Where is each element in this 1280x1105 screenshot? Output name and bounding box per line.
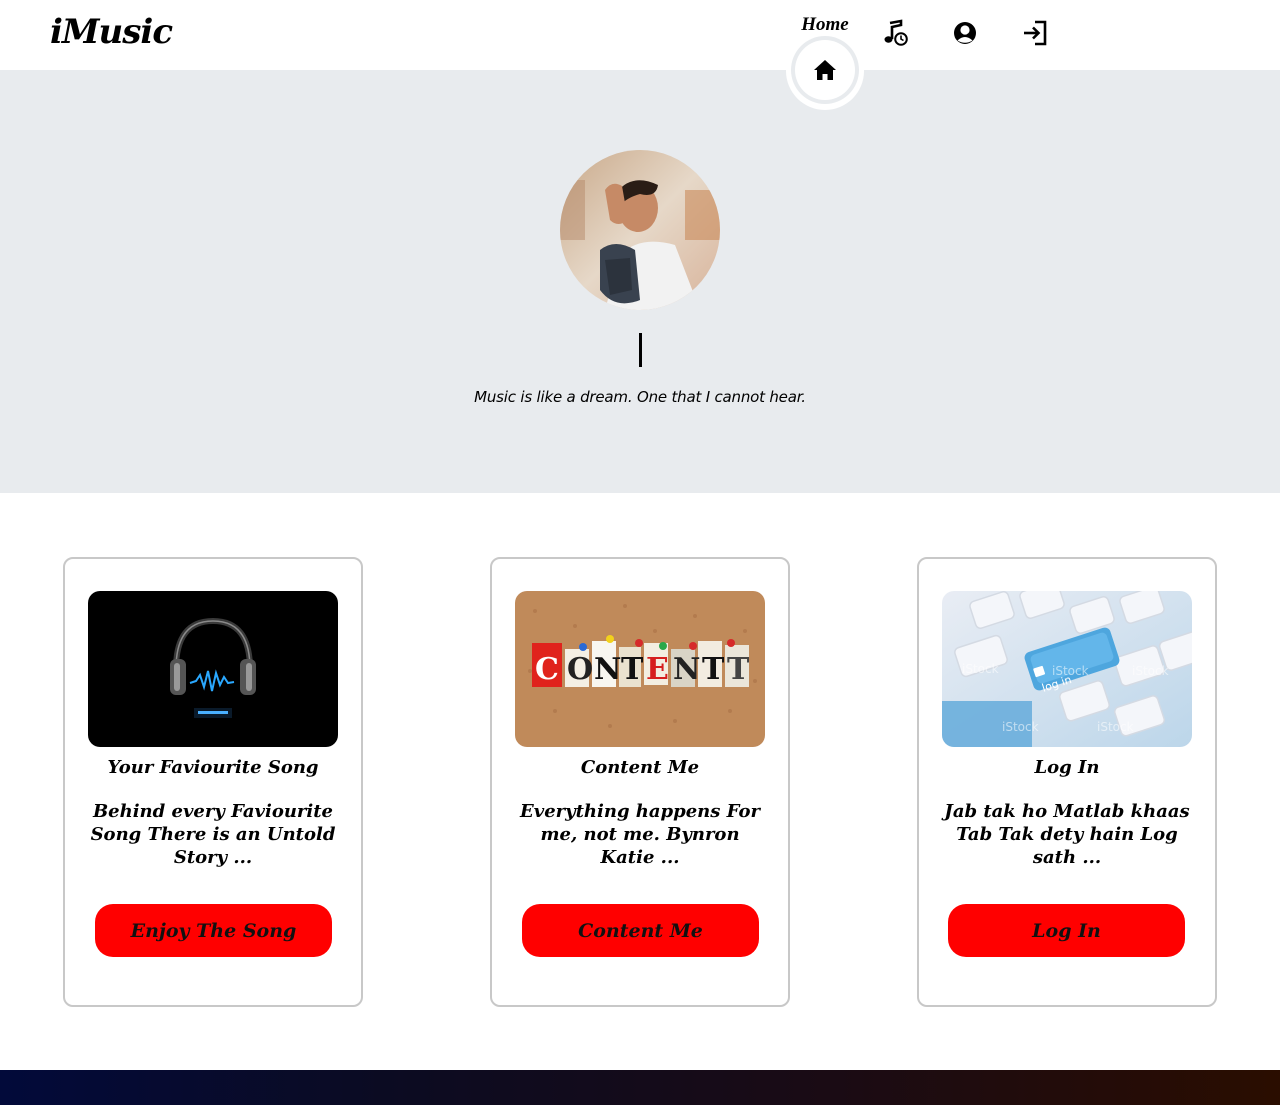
svg-text:T: T [702,652,725,687]
headphones-image [88,591,338,747]
svg-text:iStock: iStock [1052,664,1089,678]
svg-text:iStock: iStock [1002,720,1039,734]
svg-text:N: N [673,652,700,687]
typing-cursor [639,333,642,367]
card-title: Content Me [580,757,700,778]
nav-profile-button[interactable] [950,18,980,48]
svg-text:C: C [535,652,559,687]
card-title: Log In [1034,757,1100,778]
card-image-headphones [88,591,338,747]
content-me-button[interactable]: Content Me [522,904,759,957]
card-log-in: log in iStock iStock iStock iStock iStoc… [917,557,1217,1007]
nav-music-button[interactable] [880,18,910,48]
card-favourite-song: Your Faviourite Song Behind every Faviou… [63,557,363,1007]
site-logo[interactable]: iMusic [50,12,173,52]
log-in-button[interactable]: Log In [948,904,1185,957]
hero-tagline: Music is like a dream. One that I cannot… [474,388,806,406]
home-icon [814,60,836,80]
avatar-photo [560,150,720,310]
sign-in-icon [1024,20,1047,46]
svg-text:iStock: iStock [1097,720,1134,734]
svg-text:E: E [646,652,669,687]
top-navbar: iMusic Home [0,0,1280,70]
card-content-me: C O N T E N T T Content Me Everything ha… [490,557,790,1007]
svg-text:iStock: iStock [962,662,999,676]
profile-avatar [560,150,720,310]
svg-text:O: O [567,652,593,687]
page-footer [0,1070,1280,1105]
card-text: Jab tak ho Matlab khaas Tab Tak dety hai… [944,801,1190,868]
nav-login-button[interactable] [1020,18,1050,48]
svg-text:N: N [594,652,621,687]
svg-text:T: T [621,652,644,687]
user-circle-icon [954,22,976,44]
svg-text:iStock: iStock [1132,664,1169,678]
nav-home-button[interactable] [795,40,855,100]
enjoy-the-song-button[interactable]: Enjoy The Song [95,904,332,957]
card-image-content: C O N T E N T T [515,591,765,747]
svg-text:T: T [727,652,750,687]
keyboard-login-image: log in iStock iStock iStock iStock iStoc… [942,591,1192,747]
nav-active-label: Home [801,14,849,35]
card-image-keyboard: log in iStock iStock iStock iStock iStoc… [942,591,1192,747]
card-text: Everything happens For me, not me. Bynro… [520,801,760,868]
content-letters-image: C O N T E N T T [515,591,765,747]
card-title: Your Faviourite Song [107,757,319,778]
music-note-clock-icon [884,19,908,46]
card-text: Behind every Faviourite Song There is an… [90,801,336,868]
